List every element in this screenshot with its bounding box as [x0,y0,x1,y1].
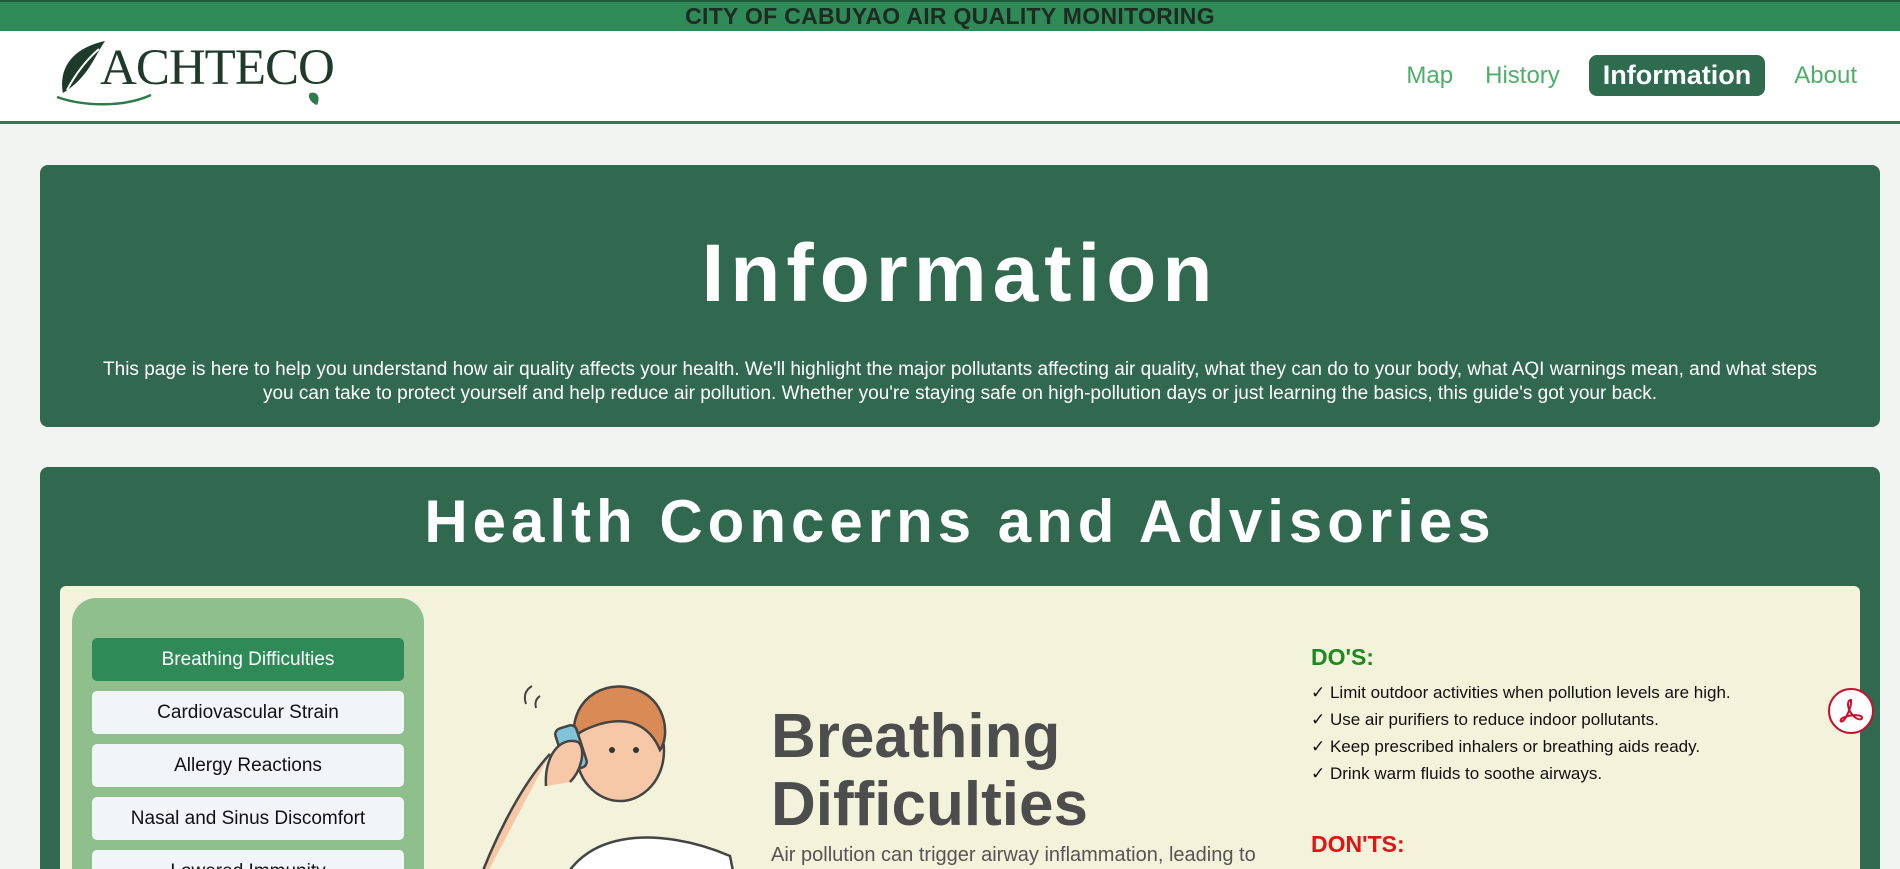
health-section: Health Concerns and Advisories Breathing… [40,467,1880,869]
donts-list: DON'TS: [1311,831,1405,858]
banner-title: CITY OF CABUYAO AIR QUALITY MONITORING [685,3,1215,29]
advisory-panel: Breathing Difficulties Cardiovascular St… [60,586,1860,869]
dos-item: ✓ Drink warm fluids to soothe airways. [1311,764,1603,783]
nav-about[interactable]: About [1791,56,1860,96]
navbar: ACHTECO Map History Information About [0,31,1900,124]
section-title: Health Concerns and Advisories [424,488,1496,555]
topic-sidebar: Breathing Difficulties Cardiovascular St… [72,598,424,869]
page-title: Information [701,228,1219,319]
brand-logo[interactable]: ACHTECO [55,35,335,107]
donts-heading: DON'TS: [1311,831,1405,857]
topic-detail-title: Breathing Difficulties [771,702,1088,839]
main-nav: Map History Information About [1377,55,1860,96]
topic-lowered-immunity[interactable]: Lowered Immunity [92,850,404,869]
pdf-download-button[interactable] [1828,688,1874,734]
nav-information[interactable]: Information [1588,55,1766,96]
nav-history[interactable]: History [1482,56,1563,96]
topic-breathing-difficulties[interactable]: Breathing Difficulties [92,638,404,681]
brand-name: ACHTECO [100,40,335,96]
info-hero: Information This page is here to help yo… [40,165,1880,427]
dos-list: DO'S: ✓ Limit outdoor activities when po… [1311,644,1811,787]
dos-heading: DO'S: [1311,644,1374,670]
pdf-icon [1839,698,1863,723]
dos-item: ✓ Keep prescribed inhalers or breathing … [1311,737,1701,756]
top-banner: CITY OF CABUYAO AIR QUALITY MONITORING [0,0,1900,31]
topic-detail-description: Air pollution can trigger airway inflamm… [771,844,1256,866]
nav-map[interactable]: Map [1403,56,1456,96]
dos-item: ✓ Limit outdoor activities when pollutio… [1311,683,1731,702]
dos-item: ✓ Use air purifiers to reduce indoor pol… [1311,710,1659,729]
inhaler-person-illustration [482,685,734,869]
page-intro: This page is here to help you understand… [103,359,1817,404]
topic-cardiovascular-strain[interactable]: Cardiovascular Strain [92,691,404,734]
topic-allergy-reactions[interactable]: Allergy Reactions [92,744,404,787]
topic-nasal-sinus-discomfort[interactable]: Nasal and Sinus Discomfort [92,797,404,840]
